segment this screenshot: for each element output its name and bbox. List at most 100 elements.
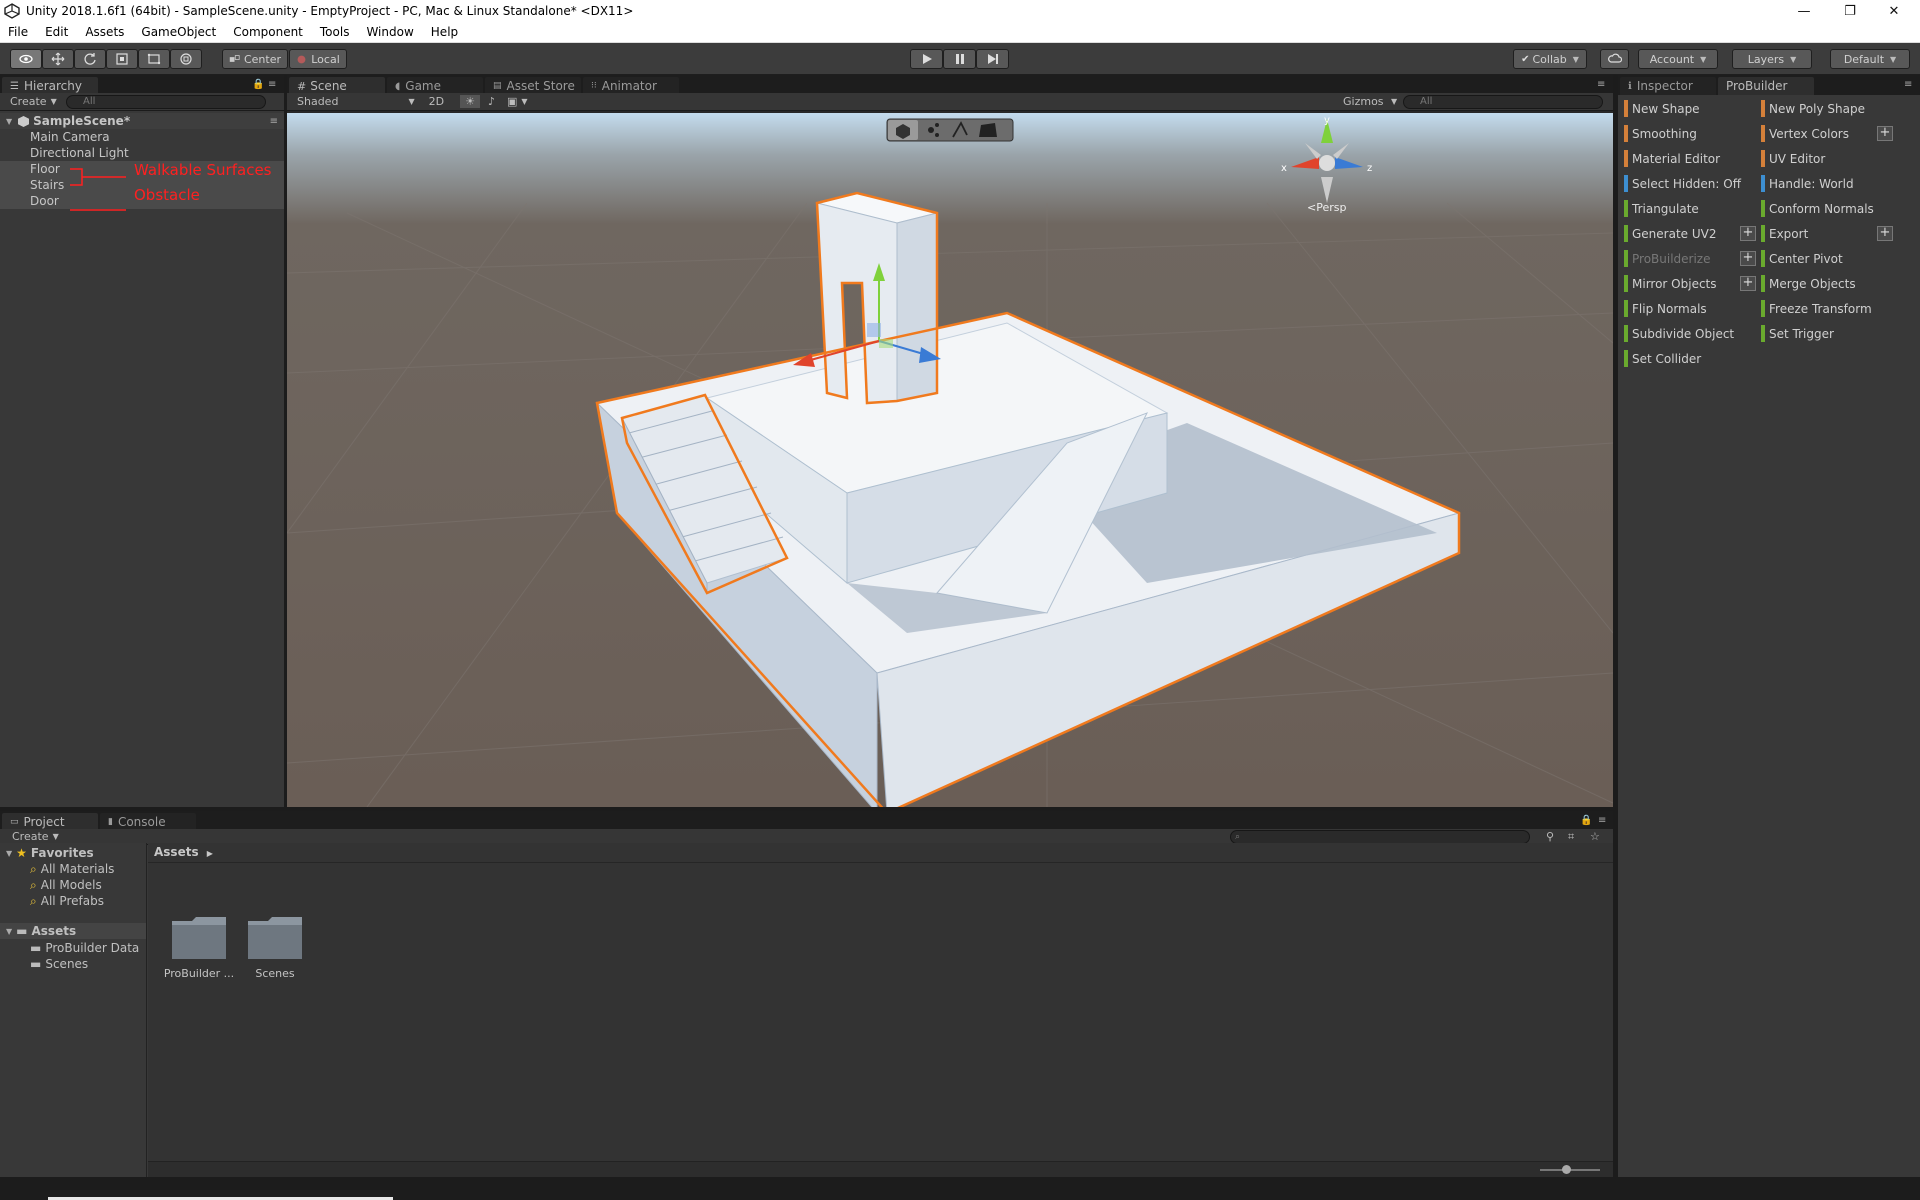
menu-gameobject[interactable]: GameObject — [133, 25, 225, 39]
probuilder-mirror-objects-button[interactable]: Mirror Objects + — [1624, 273, 1756, 295]
scale-tool-button[interactable] — [106, 49, 138, 69]
lock-icon[interactable]: 🔒 — [252, 79, 264, 90]
probuilder-material-editor-button[interactable]: Material Editor — [1624, 148, 1756, 170]
expand-arrow-icon[interactable]: ▼ — [6, 927, 12, 936]
lock-icon[interactable]: 🔒 — [1580, 815, 1592, 826]
pivot-space-button[interactable]: Local — [289, 49, 347, 69]
filter-label-icon[interactable]: ⌗ — [1568, 830, 1574, 844]
step-button[interactable] — [976, 49, 1009, 69]
projection-toggle[interactable]: <Persp — [1307, 201, 1346, 214]
panel-menu-icon[interactable]: ≡ — [268, 79, 276, 90]
cloud-button[interactable] — [1600, 49, 1629, 69]
probuilder-new-poly-shape-button[interactable]: New Poly Shape — [1761, 98, 1893, 120]
project-search-input[interactable]: ⌕ — [1230, 830, 1530, 844]
probuilder-smoothing-button[interactable]: Smoothing — [1624, 123, 1756, 145]
menu-window[interactable]: Window — [358, 25, 422, 39]
breadcrumb-assets[interactable]: Assets — [154, 845, 199, 859]
menu-assets[interactable]: Assets — [77, 25, 133, 39]
panel-menu-icon[interactable]: ≡ — [1904, 79, 1912, 90]
options-plus-icon[interactable]: + — [1740, 251, 1756, 266]
probuilder-conform-normals-button[interactable]: Conform Normals — [1761, 198, 1893, 220]
expand-arrow-icon[interactable]: ▼ — [6, 849, 12, 858]
probuilder-merge-objects-button[interactable]: Merge Objects — [1761, 273, 1893, 295]
probuilder-triangulate-button[interactable]: Triangulate — [1624, 198, 1756, 220]
scene-row[interactable]: ▼ SampleScene* ≡ — [0, 113, 284, 129]
hierarchy-item-main-camera[interactable]: Main Camera — [0, 129, 284, 145]
favorite-all-models[interactable]: ⌕ All Models — [30, 877, 102, 893]
probuilder-vertex-colors-button[interactable]: Vertex Colors + — [1761, 123, 1893, 145]
probuilder-generate-uv2-button[interactable]: Generate UV2 + — [1624, 223, 1756, 245]
probuilder-set-collider-button[interactable]: Set Collider — [1624, 348, 1756, 370]
asset-tile-scenes[interactable]: Scenes — [238, 913, 312, 980]
hierarchy-item-directional-light[interactable]: Directional Light — [0, 145, 284, 161]
asset-tile-probuilder-data[interactable]: ProBuilder ... — [162, 913, 236, 980]
minimize-button[interactable]: — — [1782, 0, 1826, 22]
view-tool-button[interactable] — [10, 49, 42, 69]
probuilder-probuilderize-button[interactable]: ProBuilderize + — [1624, 248, 1756, 270]
project-create-button[interactable]: Create — [12, 830, 49, 843]
rect-tool-button[interactable] — [138, 49, 170, 69]
menu-component[interactable]: Component — [225, 25, 312, 39]
options-plus-icon[interactable]: + — [1740, 276, 1756, 291]
filter-type-icon[interactable]: ⚲ — [1546, 830, 1554, 843]
favorite-all-prefabs[interactable]: ⌕ All Prefabs — [30, 893, 104, 909]
scene-canvas[interactable] — [287, 113, 1613, 807]
options-plus-icon[interactable]: + — [1740, 226, 1756, 241]
options-plus-icon[interactable]: + — [1877, 126, 1893, 141]
asset-folder-probuilder-data[interactable]: ▬ ProBuilder Data — [30, 940, 139, 956]
search-icon: ⌕ — [30, 877, 37, 892]
favorites-row[interactable]: ▼ ★ Favorites — [6, 845, 94, 861]
expand-arrow-icon[interactable]: ▼ — [6, 117, 12, 126]
probuilder-handle-world-button[interactable]: Handle: World — [1761, 173, 1893, 195]
hierarchy-search-input[interactable]: All — [66, 95, 266, 109]
play-button[interactable] — [910, 49, 943, 69]
favorite-all-materials[interactable]: ⌕ All Materials — [30, 861, 114, 877]
probuilder-freeze-transform-button[interactable]: Freeze Transform — [1761, 298, 1893, 320]
scene-menu-icon[interactable]: ≡ — [270, 116, 278, 127]
probuilder-new-shape-button[interactable]: New Shape — [1624, 98, 1756, 120]
effects-dropdown-icon[interactable]: ▣ — [507, 95, 517, 108]
scene-search-input[interactable]: All — [1403, 95, 1603, 109]
hierarchy-create-button[interactable]: Create — [10, 95, 47, 108]
probuilder-flip-normals-button[interactable]: Flip Normals — [1624, 298, 1756, 320]
transform-tool-button[interactable] — [170, 49, 202, 69]
pause-button[interactable] — [943, 49, 976, 69]
gizmos-dropdown[interactable]: Gizmos — [1343, 95, 1384, 108]
menu-edit[interactable]: Edit — [37, 25, 77, 39]
menu-help[interactable]: Help — [423, 25, 467, 39]
probuilder-select-hidden-off-button[interactable]: Select Hidden: Off — [1624, 173, 1756, 195]
audio-toggle-icon[interactable]: ♪ — [488, 95, 495, 108]
probuilder-export-button[interactable]: Export + — [1761, 223, 1893, 245]
icon-size-slider[interactable] — [1540, 1165, 1600, 1174]
move-tool-button[interactable] — [42, 49, 74, 69]
tab-probuilder[interactable]: ProBuilder — [1718, 77, 1814, 95]
account-dropdown[interactable]: Account ▼ — [1638, 49, 1718, 69]
shading-mode-dropdown[interactable]: Shaded — [297, 95, 338, 108]
close-button[interactable]: ✕ — [1872, 0, 1916, 22]
panel-menu-icon[interactable]: ≡ — [1597, 79, 1605, 90]
probuilder-center-pivot-button[interactable]: Center Pivot — [1761, 248, 1893, 270]
collab-dropdown[interactable]: ✔ Collab ▼ — [1513, 49, 1587, 69]
menu-tools[interactable]: Tools — [312, 25, 359, 39]
probuilder-subdivide-object-button[interactable]: Subdivide Object — [1624, 323, 1756, 345]
pivot-center-button[interactable]: Center — [222, 49, 288, 69]
assets-root-row[interactable]: ▼ ▬ Assets — [0, 923, 146, 939]
slider-handle[interactable] — [1562, 1165, 1571, 1174]
lighting-toggle-icon[interactable]: ☀ — [460, 95, 480, 108]
probuilder-uv-editor-button[interactable]: UV Editor — [1761, 148, 1893, 170]
scene-viewport[interactable]: y x z <Persp — [287, 113, 1613, 807]
panel-menu-icon[interactable]: ≡ — [1598, 815, 1606, 826]
tab-inspector[interactable]: ℹ Inspector — [1620, 77, 1716, 95]
door-object[interactable] — [816, 192, 938, 404]
layers-dropdown[interactable]: Layers ▼ — [1732, 49, 1812, 69]
maximize-button[interactable]: ❐ — [1828, 0, 1872, 22]
face-mode-button[interactable] — [979, 123, 997, 137]
2d-toggle-button[interactable]: 2D — [429, 95, 444, 108]
asset-folder-scenes[interactable]: ▬ Scenes — [30, 956, 88, 972]
layout-dropdown[interactable]: Default ▼ — [1830, 49, 1910, 69]
menu-file[interactable]: File — [0, 25, 37, 39]
options-plus-icon[interactable]: + — [1877, 226, 1893, 241]
rotate-tool-button[interactable] — [74, 49, 106, 69]
favorite-star-icon[interactable]: ☆ — [1590, 830, 1600, 843]
probuilder-set-trigger-button[interactable]: Set Trigger — [1761, 323, 1893, 345]
